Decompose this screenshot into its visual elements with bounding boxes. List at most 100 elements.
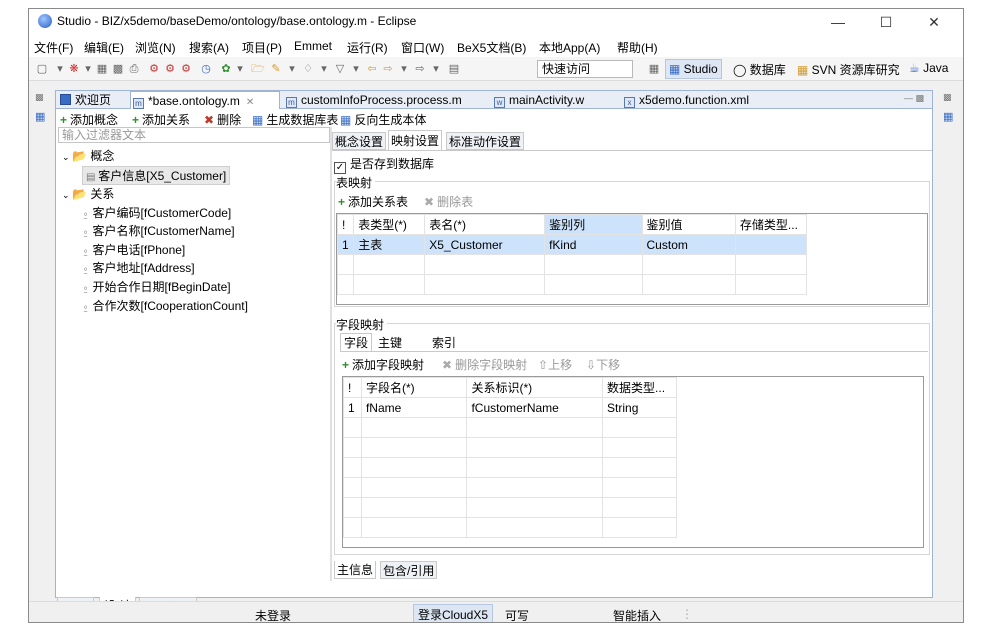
dropdown-icon[interactable]: ▾ [53,62,67,76]
table-row[interactable]: 1 fName fCustomerName String [343,397,677,418]
tab-custominfoprocess[interactable]: m customInfoProcess.process.m [284,91,462,109]
wizard-icon[interactable]: ❋ [67,62,81,76]
back-icon[interactable]: ⇦ [365,62,379,76]
deploy-icon[interactable]: ⚙ [179,62,193,76]
tab-index[interactable]: 索引 [428,335,460,351]
add-concept-button[interactable]: + 添加概念 [60,111,118,128]
tree-node-concept[interactable]: ⌄ 📂 概念 [62,147,114,164]
minimize-button[interactable]: — [815,9,861,35]
delete-table-button[interactable]: ✖ 删除表 [424,193,473,210]
menu-project[interactable]: 项目(P) [242,39,282,56]
close-button[interactable]: ✕ [911,9,957,35]
menu-navigate[interactable]: 浏览(N) [135,39,176,56]
outline-icon[interactable]: ▦ [943,110,953,123]
open-folder-icon[interactable]: 🗁 [251,62,265,76]
cell[interactable]: fKind [544,234,643,255]
build-icon[interactable]: ⚙ [147,62,161,76]
tree-node-relation-item[interactable]: ⍛ 开始合作日期[fBeginDate] [82,278,231,295]
store-db-checkbox[interactable]: ✓ 是否存到数据库 [334,155,434,174]
next-annotation-icon[interactable]: ▽ [333,62,347,76]
table-row[interactable]: 1 主表 X5_Customer fKind Custom [336,234,808,255]
print-icon[interactable]: ⎙ [127,62,141,76]
last-edit-icon[interactable]: ⇨ [413,62,427,76]
tree-node-relation-item[interactable]: ⍛ 客户地址[fAddress] [82,259,195,276]
perspective-database[interactable]: ◯ 数据库 [733,61,786,78]
cell[interactable]: fName [360,397,468,418]
cell[interactable]: 主表 [353,234,426,255]
menu-file[interactable]: 文件(F) [34,39,73,56]
tree-node-relation-item[interactable]: ⍛ 客户名称[fCustomerName] [82,222,235,239]
cell[interactable]: String [602,397,677,418]
restore-icon[interactable]: ▩ [35,92,44,103]
annotation-icon[interactable]: ♢ [301,62,315,76]
cell[interactable] [734,234,808,255]
tab-fields[interactable]: 字段 [340,333,373,351]
col-header[interactable]: ! [343,377,362,398]
perspective-java[interactable]: ☕ Java [909,61,948,75]
tree-node-relation-item[interactable]: ⍛ 合作次数[fCooperationCount] [82,297,248,314]
build-all-icon[interactable]: ⚙ [163,62,177,76]
login-cloudx5-button[interactable]: 登录CloudX5 [413,604,494,622]
col-header[interactable]: 鉴别列 [544,214,643,235]
cell[interactable]: fCustomerName [466,397,604,418]
cell[interactable]: X5_Customer [424,234,546,255]
dropdown-icon[interactable]: ▾ [317,62,331,76]
quick-access-input[interactable]: 快速访问 [537,60,633,78]
col-header[interactable]: 鉴别值 [641,214,736,235]
run-icon[interactable]: ◷ [199,62,213,76]
menu-help[interactable]: 帮助(H) [617,39,658,56]
delete-field-mapping-button[interactable]: ✖ 删除字段映射 [442,356,527,373]
add-relation-button[interactable]: + 添加关系 [132,111,190,128]
tree-node-relation-item[interactable]: ⍛ 客户编码[fCustomerCode] [82,204,231,221]
dropdown-icon[interactable]: ▾ [429,62,443,76]
add-field-mapping-button[interactable]: + 添加字段映射 [342,356,424,373]
save-icon[interactable]: ▦ [95,62,109,76]
forward-icon[interactable]: ⇨ [381,62,395,76]
delete-button[interactable]: ✖ 删除 [204,111,241,128]
tab-x5demo-function[interactable]: x x5demo.function.xml [622,91,749,109]
move-up-button[interactable]: ⇧上移 [538,356,572,373]
filter-input[interactable]: 输入过滤器文本 [58,127,330,143]
add-relation-table-button[interactable]: + 添加关系表 [338,193,408,210]
new-icon[interactable]: ▢ [35,62,49,76]
dropdown-icon[interactable]: ▾ [349,62,363,76]
menu-bex5-docs[interactable]: BeX5文档(B) [457,39,526,56]
external-icon[interactable]: ▤ [447,62,461,76]
open-perspective-icon[interactable]: ▦ [647,62,661,76]
tab-standard-action-settings[interactable]: 标准动作设置 [446,132,525,150]
col-header[interactable]: ! [336,214,355,235]
tab-concept-settings[interactable]: 概念设置 [332,132,387,150]
dropdown-icon[interactable]: ▾ [397,62,411,76]
move-down-button[interactable]: ⇩下移 [586,356,620,373]
tab-mapping-settings[interactable]: 映射设置 [388,130,443,150]
project-explorer-icon[interactable]: ▦ [35,110,45,123]
cell[interactable]: 1 [336,234,355,255]
tree-node-customer[interactable]: ▤ 客户信息[X5_Customer] [82,166,231,185]
debug-icon[interactable]: ✿ [219,62,233,76]
menu-window[interactable]: 窗口(W) [401,39,444,56]
col-header[interactable]: 关系标识(*) [466,377,604,398]
tab-welcome[interactable]: 欢迎页 [58,91,111,109]
tab-base-ontology[interactable]: m *base.ontology.m ✕ [130,91,280,109]
col-header[interactable]: 数据类型... [602,377,677,398]
menu-run[interactable]: 运行(R) [347,39,388,56]
col-header[interactable]: 表类型(*) [353,214,426,235]
reverse-generate-button[interactable]: ▦ 反向生成本体 [340,111,426,128]
restore-icon[interactable]: ▩ [943,92,952,103]
tab-main-info[interactable]: 主信息 [334,561,377,579]
dropdown-icon[interactable]: ▾ [81,62,95,76]
tab-include-reference[interactable]: 包含/引用 [380,561,438,579]
col-header[interactable]: 表名(*) [424,214,546,235]
dropdown-icon[interactable]: ▾ [233,62,247,76]
close-tab-icon[interactable]: ✕ [246,97,254,108]
menu-edit[interactable]: 编辑(E) [84,39,124,56]
tab-primary-key[interactable]: 主键 [374,335,406,351]
dropdown-icon[interactable]: ▾ [285,62,299,76]
cell[interactable]: Custom [641,234,736,255]
col-header[interactable]: 字段名(*) [360,377,468,398]
tree-node-relation[interactable]: ⌄ 📂 关系 [62,185,114,202]
cell[interactable]: 1 [343,397,362,418]
perspective-svn[interactable]: ▦ SVN 资源库研究 [797,61,900,78]
menu-emmet[interactable]: Emmet [294,39,332,53]
col-header[interactable]: 存储类型... [734,214,808,235]
